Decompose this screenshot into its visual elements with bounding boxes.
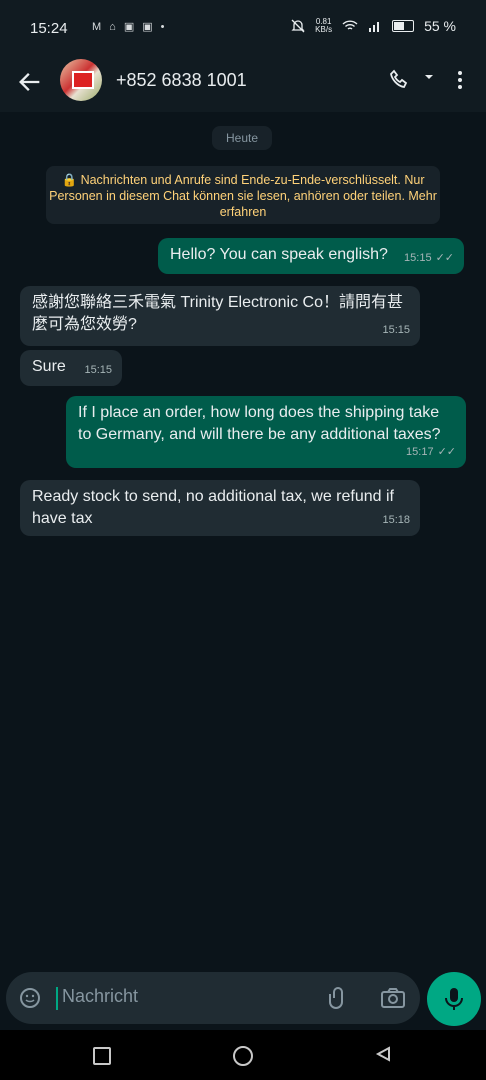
network-speed: 0.81 KB/s (315, 17, 333, 34)
app-icon: ▣ (123, 21, 135, 33)
message-bubble[interactable]: Ready stock to send, no additional tax, … (20, 480, 420, 536)
signal-icon (369, 22, 380, 32)
camera-icon[interactable] (380, 986, 406, 1010)
mic-icon (445, 988, 463, 1010)
message-composer[interactable]: Nachricht (6, 972, 420, 1024)
text-cursor (56, 987, 58, 1010)
message-text: If I place an order, how long does the s… (78, 404, 441, 443)
recent-apps-icon[interactable] (93, 1047, 111, 1065)
gmail-icon: M (92, 20, 102, 33)
wifi-icon (342, 20, 358, 30)
message-meta: 15:15 (84, 364, 112, 376)
battery-level: 55 % (424, 18, 456, 34)
back-arrow-icon[interactable] (16, 68, 44, 96)
mute-icon (291, 19, 305, 33)
message-bubble[interactable]: Sure 15:15 (20, 350, 122, 386)
message-text: 感謝您聯絡三禾電氣 Trinity Electronic Co！請問有甚麼可為您… (32, 294, 404, 333)
encryption-notice[interactable]: 🔒 Nachrichten und Anrufe sind Ende-zu-En… (46, 166, 440, 224)
app-icon: ▣ (142, 21, 153, 33)
caret-down-icon[interactable] (422, 70, 436, 84)
date-chip: Heute (212, 126, 272, 150)
lock-icon: 🔒 (61, 173, 78, 187)
avatar[interactable] (60, 59, 102, 101)
message-text: Sure (32, 358, 66, 375)
system-navigation-bar (0, 1030, 486, 1080)
system-icons: 0.81 KB/s 55 % (291, 18, 456, 34)
message-bubble[interactable]: 感謝您聯絡三禾電氣 Trinity Electronic Co！請問有甚麼可為您… (20, 286, 420, 346)
attach-icon[interactable] (326, 986, 350, 1010)
menu-icon[interactable] (452, 68, 468, 92)
message-input[interactable]: Nachricht (62, 986, 292, 1007)
home-circle-icon[interactable] (233, 1046, 253, 1066)
mic-button[interactable] (427, 972, 481, 1026)
message-meta: 15:17 ✓✓ (406, 441, 456, 463)
double-check-icon: ✓✓ (437, 446, 456, 458)
phone-icon[interactable] (388, 68, 412, 92)
message-bubble[interactable]: Hello? You can speak english? 15:15 ✓✓ (158, 238, 464, 274)
message-meta: 15:15 (382, 324, 410, 336)
emoji-icon[interactable] (18, 986, 42, 1010)
message-text: Hello? You can speak english? (170, 246, 388, 263)
message-meta: 15:18 (382, 514, 410, 526)
status-time: 15:24 (30, 20, 68, 37)
contact-name[interactable]: +852 6838 1001 (116, 70, 247, 91)
message-text: Ready stock to send, no additional tax, … (32, 488, 394, 527)
dot-icon: • (160, 20, 165, 33)
message-bubble[interactable]: If I place an order, how long does the s… (66, 396, 466, 468)
back-triangle-icon[interactable] (374, 1045, 392, 1063)
battery-icon (392, 20, 415, 32)
status-bar: 15:24 M ⌂ ▣ ▣ • 0.81 KB/s 55 % (0, 0, 486, 56)
notification-icons: M ⌂ ▣ ▣ • (92, 20, 165, 34)
home-icon: ⌂ (109, 20, 116, 33)
message-meta: 15:15 ✓✓ (404, 247, 454, 269)
encryption-text: Nachrichten und Anrufe sind Ende-zu-Ende… (49, 173, 437, 219)
double-check-icon: ✓✓ (435, 252, 454, 264)
chat-header: +852 6838 1001 (0, 56, 486, 112)
